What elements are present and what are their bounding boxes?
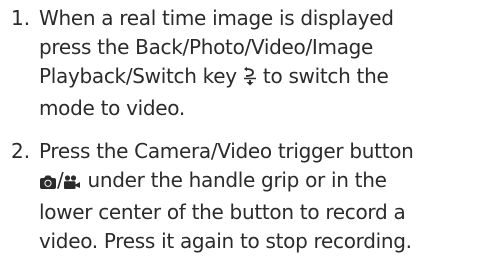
step-number: 2. [11, 139, 31, 163]
step-line: lower center of the button to record a [39, 200, 406, 224]
step-text: Press the Camera/Video trigger button / … [39, 137, 479, 256]
step-line-part: to switch the [262, 64, 389, 88]
video-camera-icon [63, 169, 81, 198]
step-line: When a real time image is displayed [39, 6, 394, 30]
step-line: Press the Camera/Video trigger button [39, 139, 414, 163]
step-line-part: Playback/Switch key [39, 64, 237, 88]
step-line-part: under the handle grip or in the [87, 168, 387, 192]
step-line-with-icon: Playback/Switch key to switch the [39, 62, 479, 94]
step-line: video. Press it again to stop recording. [39, 229, 412, 253]
step-line: press the Back/Photo/Video/Image [39, 35, 374, 59]
step-text: When a real time image is displayed pres… [39, 4, 479, 123]
step-line-with-icon: / under the handle grip or in the [39, 166, 479, 198]
switch-key-icon [243, 65, 257, 94]
step-number: 1. [11, 6, 31, 30]
camera-icon [39, 169, 57, 198]
step-line: mode to video. [39, 96, 185, 120]
